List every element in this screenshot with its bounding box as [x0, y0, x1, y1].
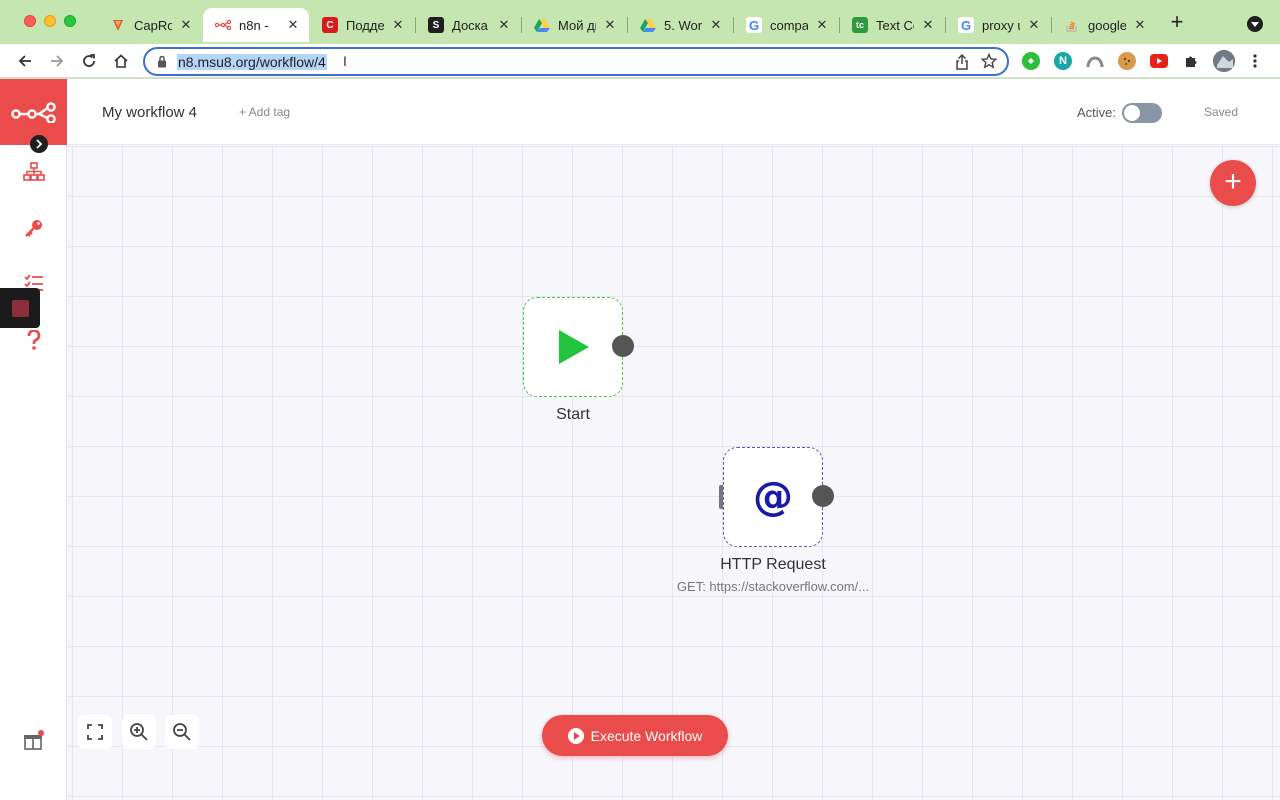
- stop-recording-button[interactable]: [0, 288, 40, 328]
- expand-sidebar-icon[interactable]: [30, 135, 48, 153]
- green-ext-icon[interactable]: [1022, 52, 1040, 70]
- share-icon[interactable]: [955, 53, 969, 75]
- execute-workflow-button[interactable]: Execute Workflow: [542, 715, 728, 756]
- cookie-ext-icon[interactable]: [1118, 52, 1136, 70]
- lock-icon[interactable]: [157, 55, 167, 73]
- google-icon: G: [746, 17, 762, 33]
- close-tab-icon[interactable]: ✕: [178, 17, 194, 33]
- c-logo-icon: C: [322, 17, 338, 33]
- workflow-name[interactable]: My workflow 4: [102, 104, 197, 121]
- workflows-icon[interactable]: [22, 160, 46, 184]
- http-node-title: HTTP Request: [720, 556, 826, 573]
- browser-tab[interactable]: Мой ди ✕: [522, 8, 626, 42]
- browser-tab[interactable]: S Доска ✕: [416, 8, 520, 42]
- stop-icon: [11, 299, 29, 317]
- text-cursor-icon: I: [343, 53, 347, 69]
- arc-ext-icon[interactable]: [1086, 52, 1104, 70]
- fullscreen-icon: [87, 724, 103, 740]
- help-icon[interactable]: [22, 328, 46, 352]
- n8n-logo[interactable]: [0, 79, 67, 145]
- active-label: Active:: [1077, 105, 1117, 120]
- add-node-button[interactable]: +: [1210, 160, 1256, 206]
- add-tag-button[interactable]: + Add tag: [239, 105, 290, 119]
- zoom-out-button[interactable]: [165, 715, 199, 749]
- active-toggle[interactable]: [1122, 103, 1162, 123]
- youtube-ext-icon[interactable]: [1150, 54, 1168, 68]
- reload-icon[interactable]: [79, 51, 99, 71]
- browser-tab[interactable]: G compar ✕: [734, 8, 838, 42]
- play-icon: [524, 298, 622, 396]
- n8n-icon: [215, 17, 231, 33]
- close-tab-icon[interactable]: ✕: [390, 17, 406, 33]
- http-node-subtitle: GET: https://stackoverflow.com/...: [676, 579, 870, 594]
- browser-tab[interactable]: google ✕: [1052, 8, 1156, 42]
- browser-tab[interactable]: G proxy u ✕: [946, 8, 1050, 42]
- profile-avatar[interactable]: [1213, 50, 1235, 72]
- close-tab-icon[interactable]: ✕: [602, 17, 618, 33]
- close-window-button[interactable]: [24, 15, 36, 27]
- home-icon[interactable]: [111, 51, 131, 71]
- s-logo-icon: S: [428, 17, 444, 33]
- tc-icon: tc: [852, 17, 868, 33]
- at-sign-icon: @: [753, 474, 793, 520]
- puzzle-icon[interactable]: [1182, 52, 1200, 70]
- zoom-out-icon: [173, 723, 191, 741]
- play-circle-icon: [567, 727, 584, 744]
- browser-tab[interactable]: C Поддер ✕: [310, 8, 414, 42]
- close-tab-icon[interactable]: ✕: [496, 17, 512, 33]
- caprover-icon: [110, 17, 126, 33]
- zoom-in-button[interactable]: [122, 715, 156, 749]
- browser-tab[interactable]: CapRov ✕: [98, 8, 202, 42]
- workflow-header: My workflow 4 + Add tag Active: Saved: [67, 79, 1280, 145]
- bookmark-star-icon[interactable]: [980, 52, 998, 74]
- close-tab-icon[interactable]: ✕: [1132, 17, 1148, 33]
- credentials-key-icon[interactable]: [22, 216, 46, 240]
- close-tab-icon[interactable]: ✕: [708, 17, 724, 33]
- browser-tab-bar: CapRov ✕ n8n - ✕ C Поддер ✕ S Доска ✕ Мо…: [0, 0, 1280, 44]
- maximize-window-button[interactable]: [64, 15, 76, 27]
- google-icon: G: [958, 17, 974, 33]
- close-tab-icon[interactable]: ✕: [285, 17, 301, 33]
- browser-tab[interactable]: 5. Work ✕: [628, 8, 732, 42]
- new-tab-button[interactable]: +: [1168, 11, 1186, 33]
- sidebar: [0, 79, 67, 800]
- tab-search-icon[interactable]: [1247, 16, 1263, 32]
- url-text[interactable]: n8.msu8.org/workflow/4: [177, 54, 327, 70]
- http-request-node[interactable]: @: [723, 447, 823, 547]
- back-icon[interactable]: [15, 51, 35, 71]
- minimize-window-button[interactable]: [44, 15, 56, 27]
- google-drive-icon: [640, 17, 656, 33]
- start-node-title: Start: [556, 406, 590, 423]
- start-output-handle[interactable]: [612, 335, 634, 357]
- stack-icon: [1064, 17, 1080, 33]
- http-output-handle[interactable]: [812, 485, 834, 507]
- browser-tab[interactable]: tc Text Co ✕: [840, 8, 944, 42]
- google-drive-icon: [534, 17, 550, 33]
- start-node[interactable]: [523, 297, 623, 397]
- close-tab-icon[interactable]: ✕: [1026, 17, 1042, 33]
- forward-icon[interactable]: [47, 51, 67, 71]
- workflow-canvas[interactable]: + Start @ HTTP Request GET: https://stac…: [67, 145, 1280, 800]
- close-tab-icon[interactable]: ✕: [920, 17, 936, 33]
- fit-view-button[interactable]: [78, 715, 112, 749]
- n-ext-icon[interactable]: N: [1054, 52, 1072, 70]
- gift-icon[interactable]: [22, 728, 46, 752]
- n8n-app: My workflow 4 + Add tag Active: Saved + …: [0, 79, 1280, 800]
- browser-tab-active[interactable]: n8n - ✕: [203, 8, 309, 42]
- address-bar[interactable]: n8.msu8.org/workflow/4 I: [143, 47, 1009, 76]
- execute-workflow-label: Execute Workflow: [590, 727, 703, 744]
- browser-toolbar: n8.msu8.org/workflow/4 I N: [0, 44, 1280, 78]
- close-tab-icon[interactable]: ✕: [814, 17, 830, 33]
- saved-status: Saved: [1204, 105, 1239, 119]
- browser-menu-icon[interactable]: [1245, 51, 1265, 71]
- toggle-knob: [1124, 105, 1140, 121]
- zoom-in-icon: [130, 723, 148, 741]
